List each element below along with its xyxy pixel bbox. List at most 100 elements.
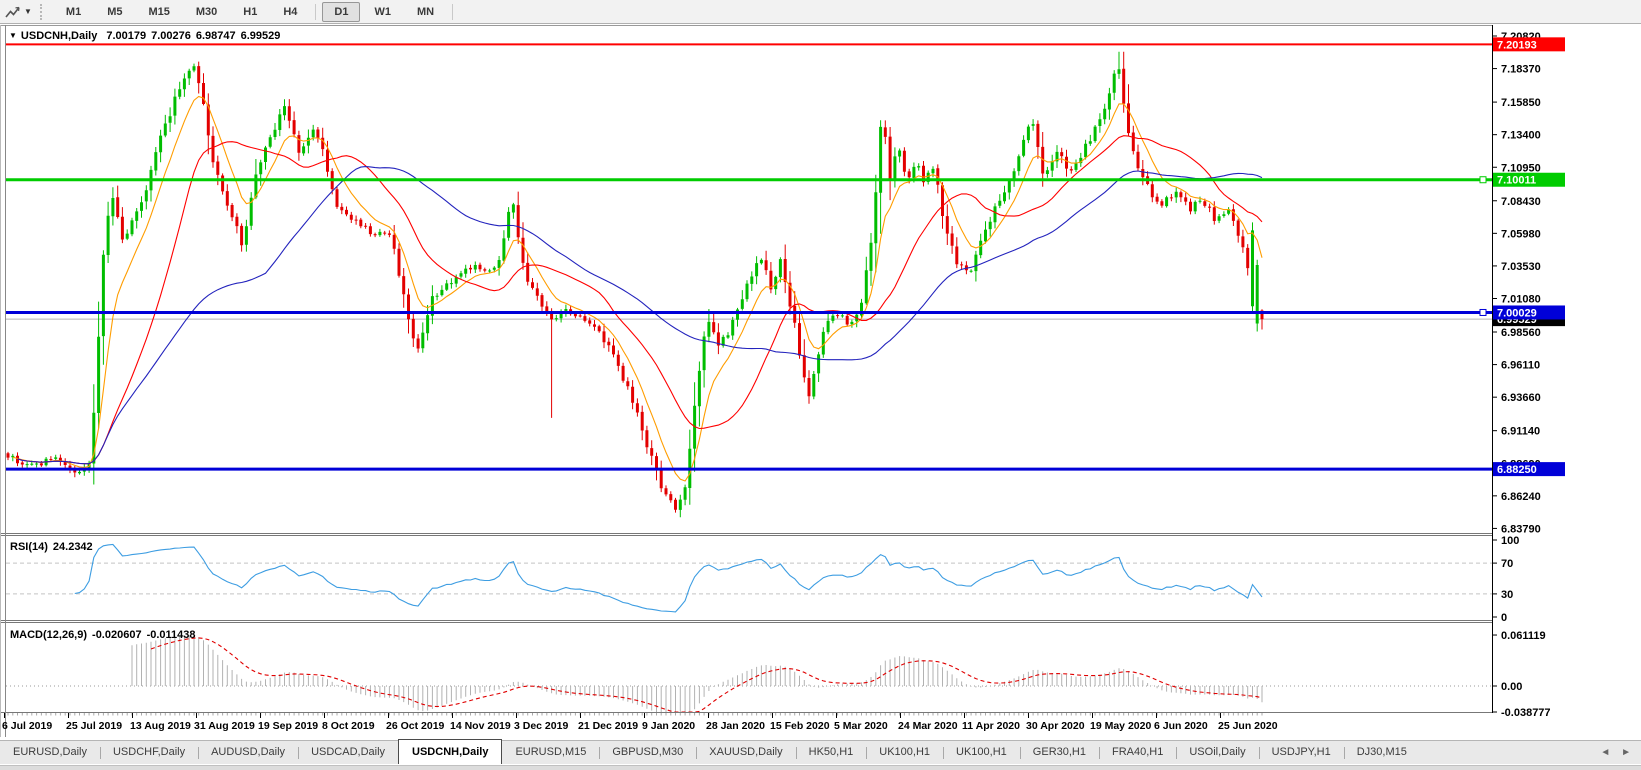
price-chart[interactable]: 7.208207.183707.158507.134007.109507.084…	[0, 25, 1641, 738]
candle-bodies-down	[6, 66, 1264, 510]
date-tick-label: 26 Oct 2019	[386, 720, 445, 732]
date-tick-label: 11 Apr 2020	[962, 720, 1020, 732]
timeframe-button-group: M1 M5 M15 M30 H1 H4 D1 W1 MN	[53, 1, 458, 22]
price-tick-label: 7.03530	[1501, 261, 1541, 273]
tab-hk50-h1[interactable]: HK50,H1	[795, 741, 867, 764]
timeframe-button-m5[interactable]: M5	[95, 2, 134, 22]
ma-fast-line	[12, 95, 1263, 482]
rsi-line	[74, 543, 1263, 613]
svg-text:6.88250: 6.88250	[1497, 464, 1537, 476]
tab-dj30-m15[interactable]: DJ30,M15	[1343, 741, 1420, 764]
status-strip	[0, 765, 1641, 770]
chart-symbol-label: USDCNH,Daily	[20, 30, 98, 42]
mid-support-line-handle[interactable]	[1479, 176, 1487, 184]
chart-caret-icon: ▼	[9, 31, 17, 40]
date-tick-label: 9 Jan 2020	[642, 720, 695, 732]
price-tick-label: 6.96110	[1501, 360, 1540, 372]
price-tick-label: 6.91140	[1501, 426, 1540, 438]
rsi-tick-label: 30	[1501, 589, 1513, 601]
dropdown-caret-icon: ▼	[24, 7, 32, 16]
price-tick-label: 7.10950	[1501, 162, 1541, 174]
macd-tick-label: 0.061119	[1501, 630, 1546, 642]
tab-gbpusd-m30[interactable]: GBPUSD,M30	[599, 741, 696, 764]
tab-scroll-left-icon[interactable]: ◄	[1600, 747, 1610, 758]
tab-scroll-right-icon[interactable]: ►	[1621, 747, 1631, 758]
timeframe-button-m1[interactable]: M1	[54, 2, 93, 22]
svg-text:7.00029: 7.00029	[1497, 307, 1537, 319]
tab-uk100-h1[interactable]: UK100,H1	[943, 741, 1020, 764]
ohlc-open: 7.00179	[106, 30, 147, 42]
rsi-label: RSI(14) 24.2342	[10, 541, 98, 553]
ohlc-low: 6.98747	[195, 30, 236, 42]
date-tick-label: 19 Sep 2019	[258, 720, 318, 732]
line-chart-icon	[5, 6, 20, 18]
timeframe-button-d1[interactable]: D1	[322, 1, 361, 22]
date-tick-label: 25 Jun 2020	[1218, 720, 1278, 732]
macd-value: -0.020607	[92, 629, 142, 641]
date-tick-label: 24 Mar 2020	[898, 720, 958, 732]
rsi-tick-label: 0	[1501, 612, 1507, 624]
toolbar: ▼ M1 M5 M15 M30 H1 H4 D1 W1 MN	[0, 0, 1641, 24]
upper-blue-support-line-handle[interactable]	[1479, 308, 1487, 316]
price-tick-label: 6.98560	[1501, 327, 1541, 339]
tab-xauusd-daily[interactable]: XAUUSD,Daily	[696, 741, 795, 764]
macd-signal-line	[150, 637, 1263, 713]
tab-usdjpy-h1[interactable]: USDJPY,H1	[1258, 741, 1344, 764]
ma-slow-line	[17, 166, 1263, 465]
date-tick-label: 31 Aug 2019	[194, 720, 255, 732]
rsi-value: 24.2342	[52, 541, 93, 553]
date-tick-label: 25 Jul 2019	[66, 720, 122, 732]
date-tick-label: 5 Mar 2020	[834, 720, 888, 732]
tab-usoil-daily[interactable]: USOil,Daily	[1176, 741, 1258, 764]
candle-wicks-up	[12, 51, 1258, 518]
tab-list: EURUSD,Daily USDCHF,Daily AUDUSD,Daily USDC…	[0, 739, 1420, 764]
rsi-indicator-name: RSI(14)	[10, 541, 48, 553]
tab-fra40-h1[interactable]: FRA40,H1	[1099, 741, 1176, 764]
chart-title: ▼ USDCNH,Daily 7.00179 7.00276 6.98747 6.9952…	[9, 30, 285, 42]
timeframe-button-mn[interactable]: MN	[405, 2, 446, 22]
date-tick-label: 14 Nov 2019	[450, 720, 511, 732]
tab-uk100-h1[interactable]: UK100,H1	[866, 741, 943, 764]
price-tick-label: 7.15850	[1501, 97, 1541, 109]
tab-eurusd-daily[interactable]: EURUSD,Daily	[0, 741, 100, 764]
macd-tick-label: -0.038777	[1501, 707, 1551, 719]
timeframe-button-h1[interactable]: H1	[231, 2, 269, 22]
tab-ger30-h1[interactable]: GER30,H1	[1019, 741, 1099, 764]
timeframe-button-m15[interactable]: M15	[136, 2, 181, 22]
price-tick-label: 6.86240	[1501, 491, 1541, 503]
tab-audusd-daily[interactable]: AUDUSD,Daily	[198, 741, 298, 764]
price-tick-label: 6.93660	[1501, 392, 1541, 404]
tab-usdcnh-daily[interactable]: USDCNH,Daily	[398, 739, 503, 764]
rsi-tick-label: 70	[1501, 558, 1513, 570]
ohlc-high: 7.00276	[151, 30, 191, 42]
tab-usdcad-daily[interactable]: USDCAD,Daily	[298, 741, 398, 764]
macd-indicator-name: MACD(12,26,9)	[10, 629, 88, 641]
ohlc-close: 6.99529	[240, 30, 281, 42]
macd-label: MACD(12,26,9) -0.020607 -0.011438	[10, 629, 201, 641]
tab-usdchf-daily[interactable]: USDCHF,Daily	[99, 741, 198, 764]
price-tick-label: 6.83790	[1501, 523, 1541, 535]
candle-bodies-up	[11, 66, 1259, 510]
charts-toolbar-button[interactable]: ▼	[0, 5, 36, 19]
chart-tabbar: EURUSD,Daily USDCHF,Daily AUDUSD,Daily USDC…	[0, 739, 1641, 764]
timeframe-button-w1[interactable]: W1	[362, 2, 403, 22]
timeframe-button-h4[interactable]: H4	[271, 2, 309, 22]
date-tick-label: 15 Feb 2020	[770, 720, 830, 732]
candle-wicks-down	[7, 51, 1263, 513]
price-tick-label: 7.08430	[1501, 196, 1541, 208]
svg-text:7.10011: 7.10011	[1497, 175, 1536, 187]
timeframe-button-m30[interactable]: M30	[184, 2, 229, 22]
date-tick-label: 13 Aug 2019	[130, 720, 191, 732]
price-tick-label: 7.18370	[1501, 64, 1541, 76]
date-tick-label: 21 Dec 2019	[578, 720, 638, 732]
price-tick-label: 7.13400	[1501, 130, 1541, 142]
date-tick-label: 6 Jul 2019	[2, 720, 52, 732]
date-tick-label: 3 Dec 2019	[514, 720, 568, 732]
tab-eurusd-m15[interactable]: EURUSD,M15	[502, 741, 599, 764]
date-tick-label: 19 May 2020	[1090, 720, 1151, 732]
toolbar-separator	[315, 3, 317, 20]
toolbar-separator	[452, 3, 454, 20]
date-tick-label: 30 Apr 2020	[1026, 720, 1085, 732]
toolbar-grip	[39, 3, 46, 20]
ma-mid-line	[17, 135, 1263, 465]
